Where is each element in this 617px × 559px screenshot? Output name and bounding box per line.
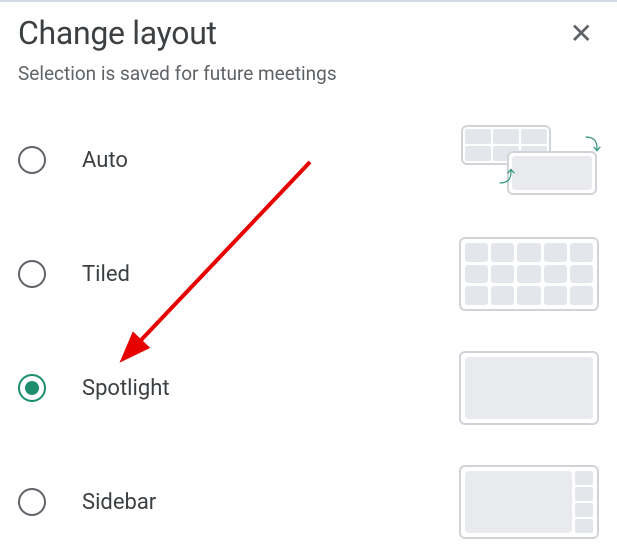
radio-sidebar[interactable] <box>18 488 46 516</box>
option-spotlight-label: Spotlight <box>82 376 459 401</box>
preview-spotlight-icon <box>459 351 599 425</box>
preview-tiled-icon <box>459 237 599 311</box>
option-auto[interactable]: Auto ⤵ ⤴ <box>18 103 599 217</box>
close-icon[interactable]: ✕ <box>564 14 599 54</box>
dialog-subtitle: Selection is saved for future meetings <box>0 54 617 103</box>
option-tiled-label: Tiled <box>82 262 459 287</box>
radio-auto[interactable] <box>18 146 46 174</box>
option-spotlight[interactable]: Spotlight <box>18 331 599 445</box>
layout-options: Auto ⤵ ⤴ Tiled Spotlight Sidebar <box>0 103 617 559</box>
option-auto-label: Auto <box>82 148 459 173</box>
option-tiled[interactable]: Tiled <box>18 217 599 331</box>
preview-auto-icon: ⤵ ⤴ <box>459 123 599 197</box>
preview-sidebar-icon <box>459 465 599 539</box>
radio-spotlight[interactable] <box>18 374 46 402</box>
radio-tiled[interactable] <box>18 260 46 288</box>
option-sidebar[interactable]: Sidebar <box>18 445 599 559</box>
dialog-title: Change layout <box>18 14 217 52</box>
option-sidebar-label: Sidebar <box>82 490 459 515</box>
